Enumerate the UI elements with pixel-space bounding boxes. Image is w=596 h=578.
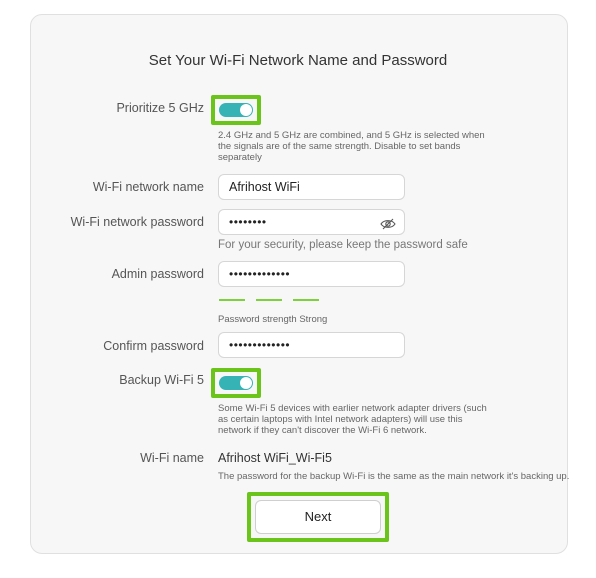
backup-hint: Some Wi-Fi 5 devices with earlier networ… xyxy=(218,403,487,436)
admin-password-input[interactable]: ••••••••••••• xyxy=(218,261,405,287)
toggle-knob xyxy=(240,104,252,116)
password-strength-text: Password strength Strong xyxy=(218,314,328,325)
strength-bar-3 xyxy=(293,299,319,301)
prioritize-5ghz-toggle[interactable] xyxy=(219,103,253,117)
backup-wifi5-toggle[interactable] xyxy=(219,376,253,390)
toggle-knob xyxy=(240,377,252,389)
strength-bar-1 xyxy=(219,299,245,301)
wifi-password-hint: For your security, please keep the passw… xyxy=(218,239,468,251)
prioritize-hint: 2.4 GHz and 5 GHz are combined, and 5 GH… xyxy=(218,130,485,163)
prioritize-hint-line: separately xyxy=(218,152,262,163)
wifi-password-value: •••••••• xyxy=(229,215,267,229)
wifi-password-label: Wi-Fi network password xyxy=(70,215,204,229)
eye-slash-icon[interactable] xyxy=(380,215,396,239)
prioritize-5ghz-highlight xyxy=(211,95,261,125)
wifi-password-input[interactable]: •••••••• xyxy=(218,209,405,235)
confirm-password-label: Confirm password xyxy=(103,339,204,353)
wifi-name-input[interactable]: Afrihost WiFi xyxy=(218,174,405,200)
prioritize-hint-line: the signals are of the same strength. Di… xyxy=(218,141,461,152)
backup-wifi-name-label: Wi-Fi name xyxy=(140,451,204,465)
backup-hint-line: network if they can't discover the Wi-Fi… xyxy=(218,425,427,436)
wifi-name-label: Wi-Fi network name xyxy=(92,180,204,194)
backup-wifi-name-value: Afrihost WiFi_Wi-Fi5 xyxy=(218,451,332,465)
backup-wifi5-highlight xyxy=(211,368,261,398)
backup-hint-line: as certain laptops with Intel network ad… xyxy=(218,414,463,425)
prioritize-hint-line: 2.4 GHz and 5 GHz are combined, and 5 GH… xyxy=(218,130,485,141)
strength-bar-2 xyxy=(256,299,282,301)
confirm-password-input[interactable]: ••••••••••••• xyxy=(218,332,405,358)
backup-hint-line: Some Wi-Fi 5 devices with earlier networ… xyxy=(218,403,487,414)
next-button-highlight: Next xyxy=(247,492,389,542)
prioritize-5ghz-label: Prioritize 5 GHz xyxy=(116,101,204,115)
page-title: Set Your Wi-Fi Network Name and Password xyxy=(148,52,448,69)
backup-wifi-name-hint: The password for the backup Wi-Fi is the… xyxy=(218,471,570,482)
next-button[interactable]: Next xyxy=(255,500,381,534)
admin-password-label: Admin password xyxy=(111,267,204,281)
backup-wifi5-label: Backup Wi-Fi 5 xyxy=(119,373,204,387)
